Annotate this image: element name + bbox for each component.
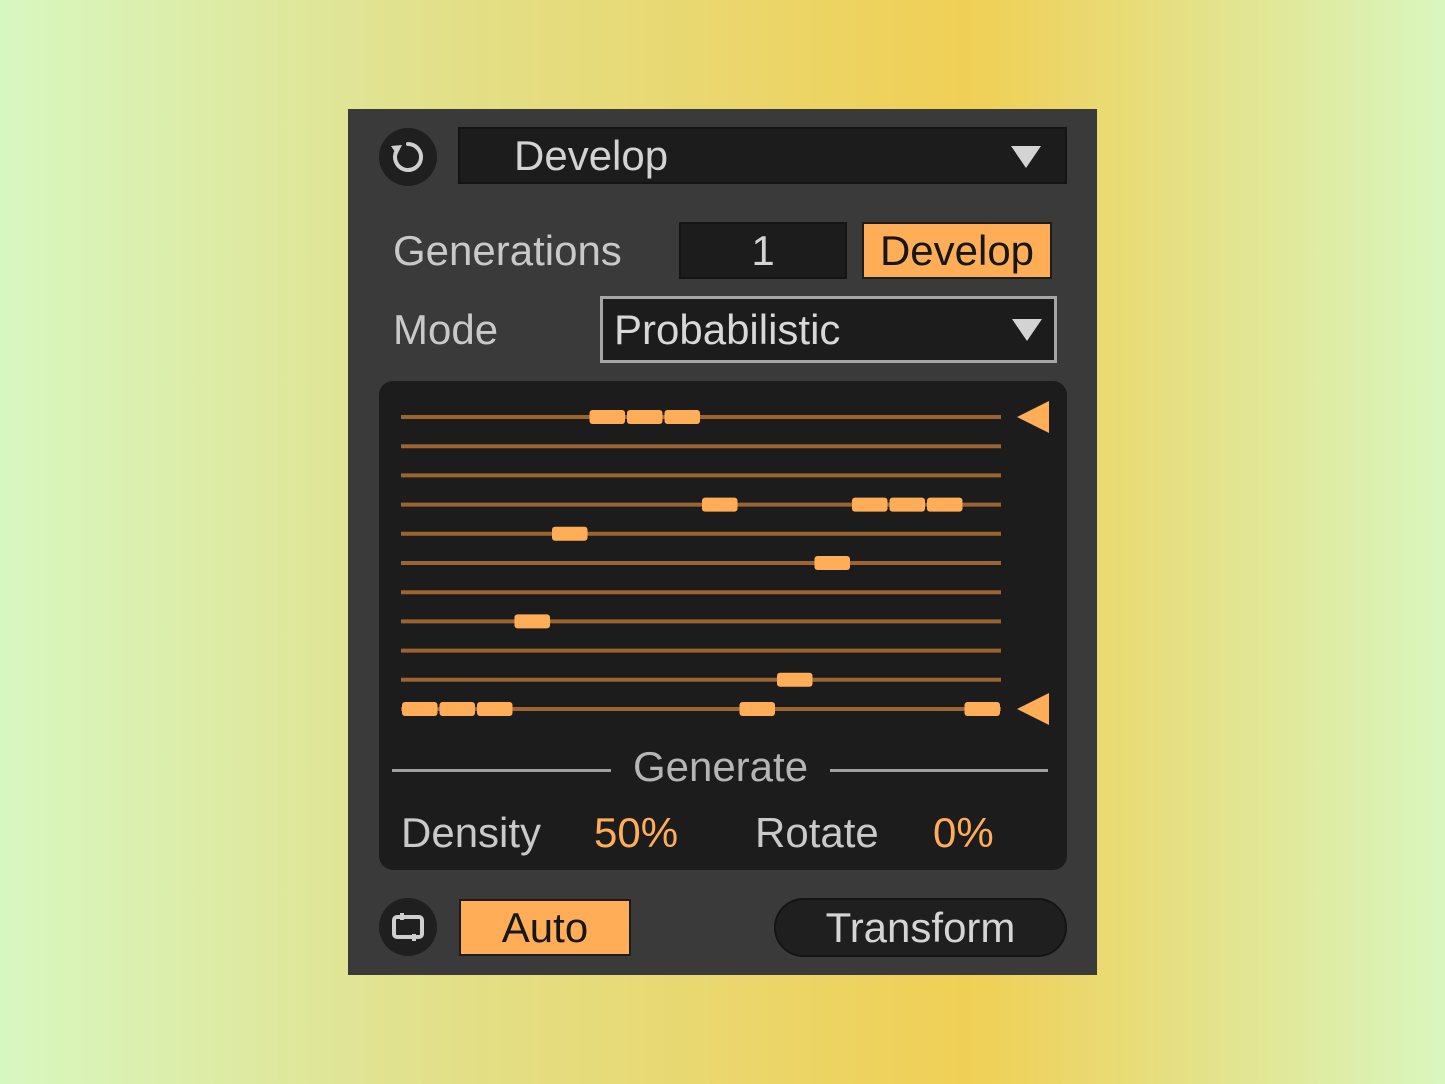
generate-section-label: Generate: [632, 743, 809, 790]
note-block[interactable]: [477, 702, 513, 716]
reset-button[interactable]: [379, 128, 437, 186]
chevron-down-icon: [1011, 146, 1041, 168]
note-block[interactable]: [739, 702, 776, 716]
note-block[interactable]: [889, 497, 926, 512]
note-block[interactable]: [402, 702, 438, 716]
reset-icon: [391, 142, 424, 172]
range-marker-handle[interactable]: [1017, 401, 1049, 433]
develop-button[interactable]: Develop: [862, 222, 1052, 279]
mode-label: Mode: [393, 306, 499, 353]
range-marker-handle[interactable]: [1017, 693, 1049, 725]
generations-number-box[interactable]: 1: [679, 222, 847, 279]
note-block[interactable]: [852, 497, 888, 512]
section-divider-left: [392, 769, 611, 772]
note-block[interactable]: [927, 497, 963, 512]
auto-toggle[interactable]: Auto: [459, 899, 631, 956]
note-block[interactable]: [964, 702, 1001, 716]
sequence-grid[interactable]: [379, 381, 1067, 870]
rotate-value[interactable]: 0%: [933, 809, 994, 857]
section-divider-right: [830, 769, 1048, 772]
mode-select[interactable]: Probabilistic: [600, 296, 1057, 363]
note-block[interactable]: [439, 702, 476, 716]
density-label: Density: [401, 809, 542, 856]
note-block[interactable]: [702, 497, 738, 512]
note-block[interactable]: [814, 556, 851, 570]
rotate-label: Rotate: [755, 809, 879, 856]
mode-select-value: Probabilistic: [614, 305, 841, 353]
generations-label: Generations: [393, 227, 622, 274]
note-block[interactable]: [664, 410, 701, 424]
loop-button[interactable]: [379, 898, 437, 956]
chevron-down-icon: [1012, 319, 1042, 341]
preset-select-value: Develop: [514, 131, 669, 179]
density-value[interactable]: 50%: [594, 809, 678, 857]
note-block[interactable]: [777, 672, 813, 687]
note-block[interactable]: [552, 526, 588, 541]
sequence-grid-canvas[interactable]: [379, 381, 1067, 741]
preset-select[interactable]: Develop: [458, 127, 1067, 184]
device-panel: Develop Generations 1 Develop Mode Proba…: [348, 109, 1097, 975]
note-block[interactable]: [627, 410, 663, 424]
note-block[interactable]: [514, 614, 551, 629]
loop-icon: [392, 913, 424, 941]
transform-button[interactable]: Transform: [774, 898, 1067, 957]
note-block[interactable]: [589, 410, 626, 424]
